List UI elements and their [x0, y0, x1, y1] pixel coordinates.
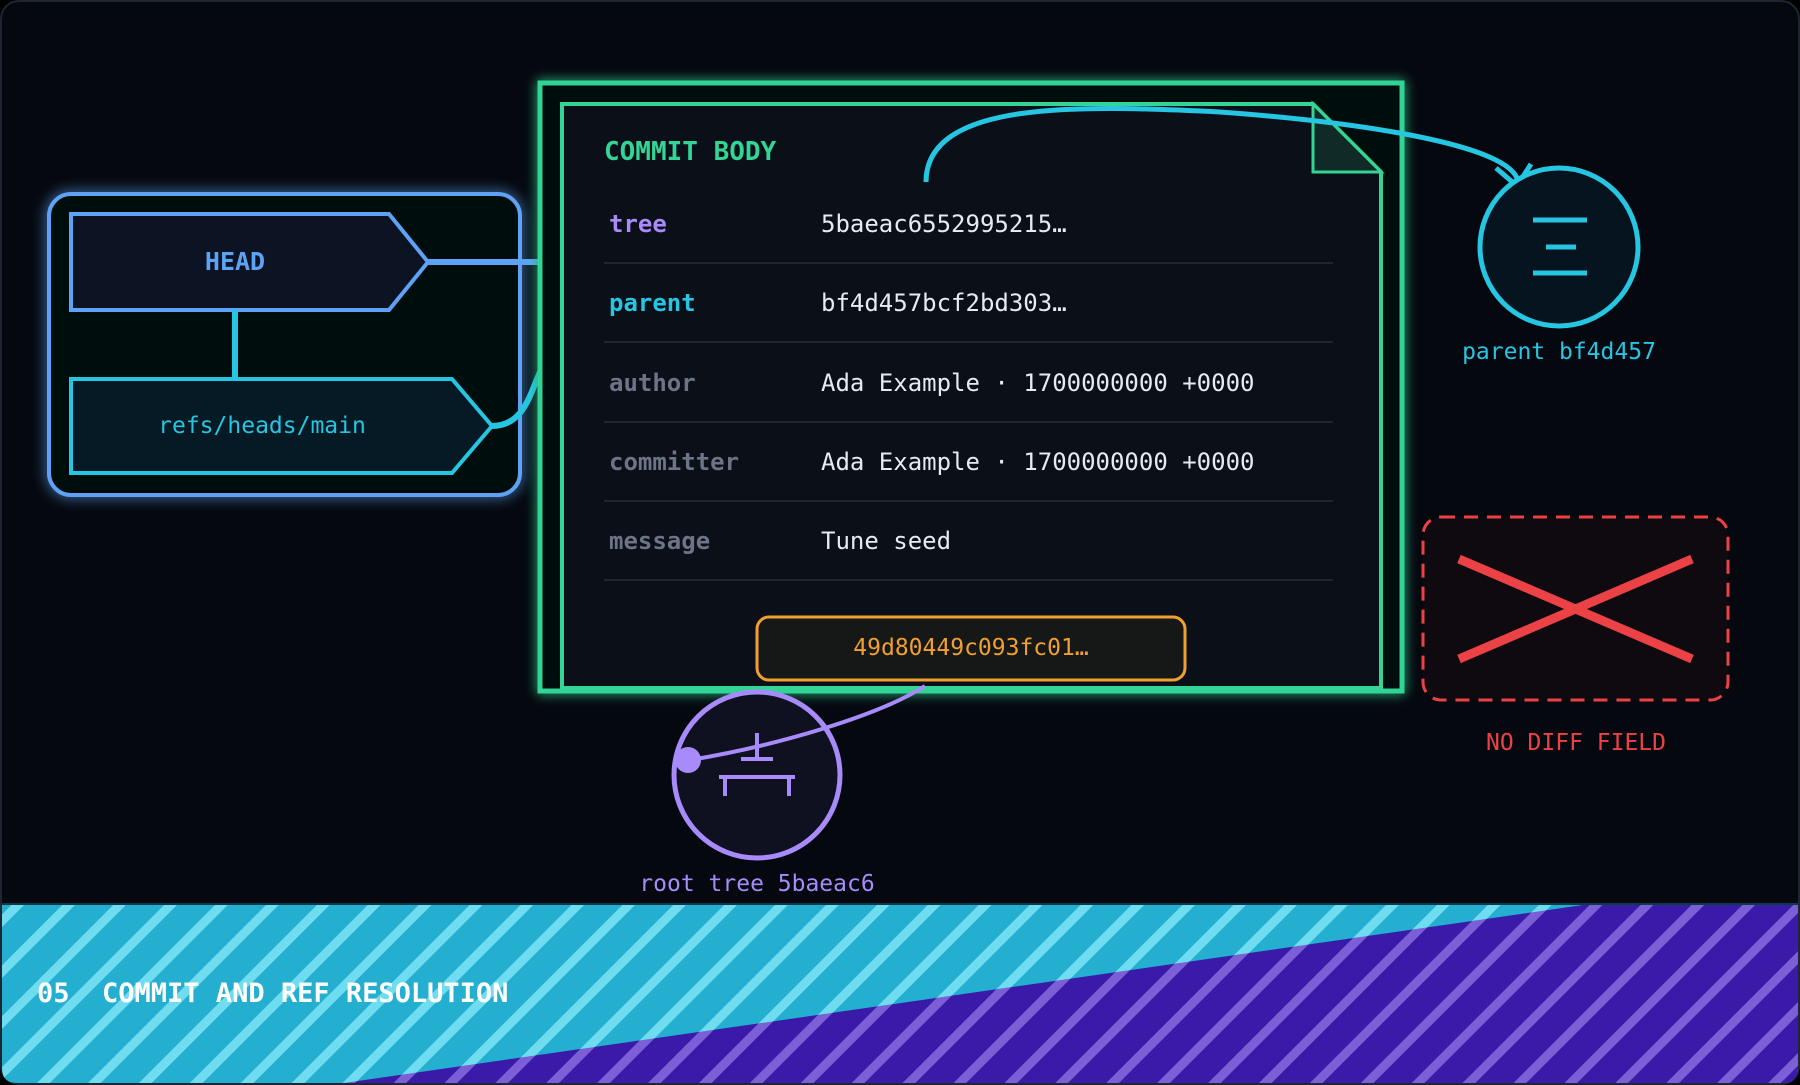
commit-hash: 49d80449c093fc01…: [853, 635, 1088, 661]
field-key-tree: tree: [609, 210, 667, 238]
field-key-parent: parent: [609, 289, 696, 317]
tree-node-label: root tree 5baeac6: [639, 871, 874, 897]
footer-title: 05 COMMIT AND REF RESOLUTION: [37, 978, 508, 1009]
tree-link-endpoint: [675, 747, 701, 773]
branch-label: refs/heads/main: [158, 413, 366, 439]
field-value-author: Ada Example · 1700000000 +0000: [821, 369, 1254, 397]
parent-commit-node[interactable]: [1477, 165, 1641, 329]
parent-node-label: parent bf4d457: [1462, 339, 1656, 365]
field-key-author: author: [609, 369, 696, 397]
refs-group: HEAD refs/heads/main: [47, 192, 522, 497]
field-value-parent: bf4d457bcf2bd303…: [821, 289, 1067, 317]
no-diff-node: [1421, 515, 1730, 702]
field-key-committer: committer: [609, 448, 739, 476]
diagram-stage: HEAD refs/heads/main COMMIT BODY tree 5b…: [0, 0, 1800, 1085]
head-label: HEAD: [205, 247, 265, 276]
root-tree-node[interactable]: [671, 689, 843, 861]
field-key-message: message: [609, 527, 710, 555]
field-value-committer: Ada Example · 1700000000 +0000: [821, 448, 1254, 476]
commit-ref-diagram: HEAD refs/heads/main COMMIT BODY tree 5b…: [0, 0, 1800, 1085]
no-diff-label: NO DIFF FIELD: [1486, 730, 1666, 756]
commit-body-title: COMMIT BODY: [604, 137, 777, 167]
field-value-message: Tune seed: [821, 527, 951, 555]
commit-object: COMMIT BODY tree 5baeac6552995215… paren…: [537, 80, 1405, 694]
field-value-tree: 5baeac6552995215…: [821, 210, 1067, 238]
